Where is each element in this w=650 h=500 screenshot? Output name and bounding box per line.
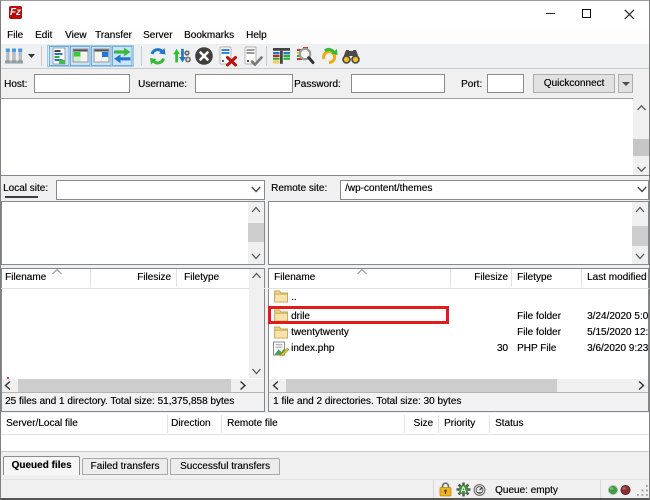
svg-text:A: A [460, 485, 466, 495]
